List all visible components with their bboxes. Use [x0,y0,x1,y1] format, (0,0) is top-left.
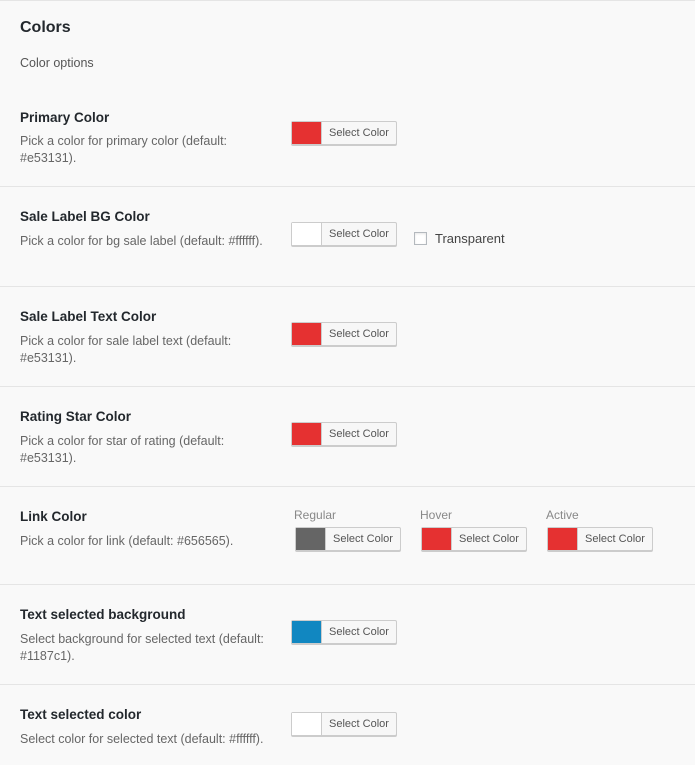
select-color-label: Select Color [459,533,519,545]
text-selected-bg-row: Text selected background Select backgrou… [0,585,695,685]
rating-star-row: Rating Star Color Pick a color for star … [0,387,695,487]
primary-color-swatch [292,122,322,144]
primary-color-select-button[interactable]: Select Color [291,121,397,145]
text-selected-bg-select-button[interactable]: Select Color [291,620,397,644]
select-color-label: Select Color [585,533,645,545]
text-selected-color-description: Select color for selected text (default:… [20,732,264,746]
rating-star-description: Pick a color for star of rating (default… [20,434,225,465]
select-color-label: Select Color [329,127,389,139]
link-regular-label: Regular [294,508,337,522]
rating-star-title: Rating Star Color [20,409,132,424]
select-color-label: Select Color [329,718,389,730]
link-color-title: Link Color [20,509,87,524]
link-color-description: Pick a color for link (default: #656565)… [20,534,234,548]
select-color-label: Select Color [329,328,389,340]
primary-color-title: Primary Color [20,110,110,125]
transparent-label: Transparent [435,231,505,246]
section-title: Colors [20,19,71,36]
primary-color-row: Primary Color Pick a color for primary c… [0,85,695,187]
sale-label-bg-description: Pick a color for bg sale label (default:… [20,234,263,248]
transparent-checkbox-field[interactable]: Transparent [414,231,505,246]
select-color-label: Select Color [329,428,389,440]
primary-color-description: Pick a color for primary color (default:… [20,134,228,165]
link-active-label: Active [546,508,579,522]
sale-label-text-description: Pick a color for sale label text (defaul… [20,334,232,365]
link-active-select-button[interactable]: Select Color [547,527,653,551]
text-selected-bg-swatch [292,621,322,643]
text-selected-color-title: Text selected color [20,707,142,722]
text-selected-color-swatch [292,713,322,735]
transparent-checkbox[interactable] [414,232,427,245]
link-regular-swatch [296,528,326,550]
link-active-swatch [548,528,578,550]
sale-label-bg-title: Sale Label BG Color [20,209,150,224]
text-selected-color-row: Text selected color Select color for sel… [0,685,695,765]
link-hover-select-button[interactable]: Select Color [421,527,527,551]
link-color-row: Link Color Pick a color for link (defaul… [0,487,695,585]
colors-settings-panel: Colors Color options Primary Color Pick … [0,0,695,764]
select-color-label: Select Color [333,533,393,545]
sale-label-bg-row: Sale Label BG Color Pick a color for bg … [0,187,695,287]
sale-label-bg-swatch [292,223,322,245]
sale-label-text-select-button[interactable]: Select Color [291,322,397,346]
select-color-label: Select Color [329,626,389,638]
sale-label-text-title: Sale Label Text Color [20,309,157,324]
sale-label-text-swatch [292,323,322,345]
link-hover-swatch [422,528,452,550]
text-selected-bg-description: Select background for selected text (def… [20,632,264,663]
rating-star-select-button[interactable]: Select Color [291,422,397,446]
select-color-label: Select Color [329,228,389,240]
section-description: Color options [20,56,94,70]
sale-label-text-row: Sale Label Text Color Pick a color for s… [0,287,695,387]
link-hover-label: Hover [420,508,453,522]
sale-label-bg-select-button[interactable]: Select Color [291,222,397,246]
text-selected-color-select-button[interactable]: Select Color [291,712,397,736]
link-regular-select-button[interactable]: Select Color [295,527,401,551]
text-selected-bg-title: Text selected background [20,607,186,622]
rating-star-swatch [292,423,322,445]
